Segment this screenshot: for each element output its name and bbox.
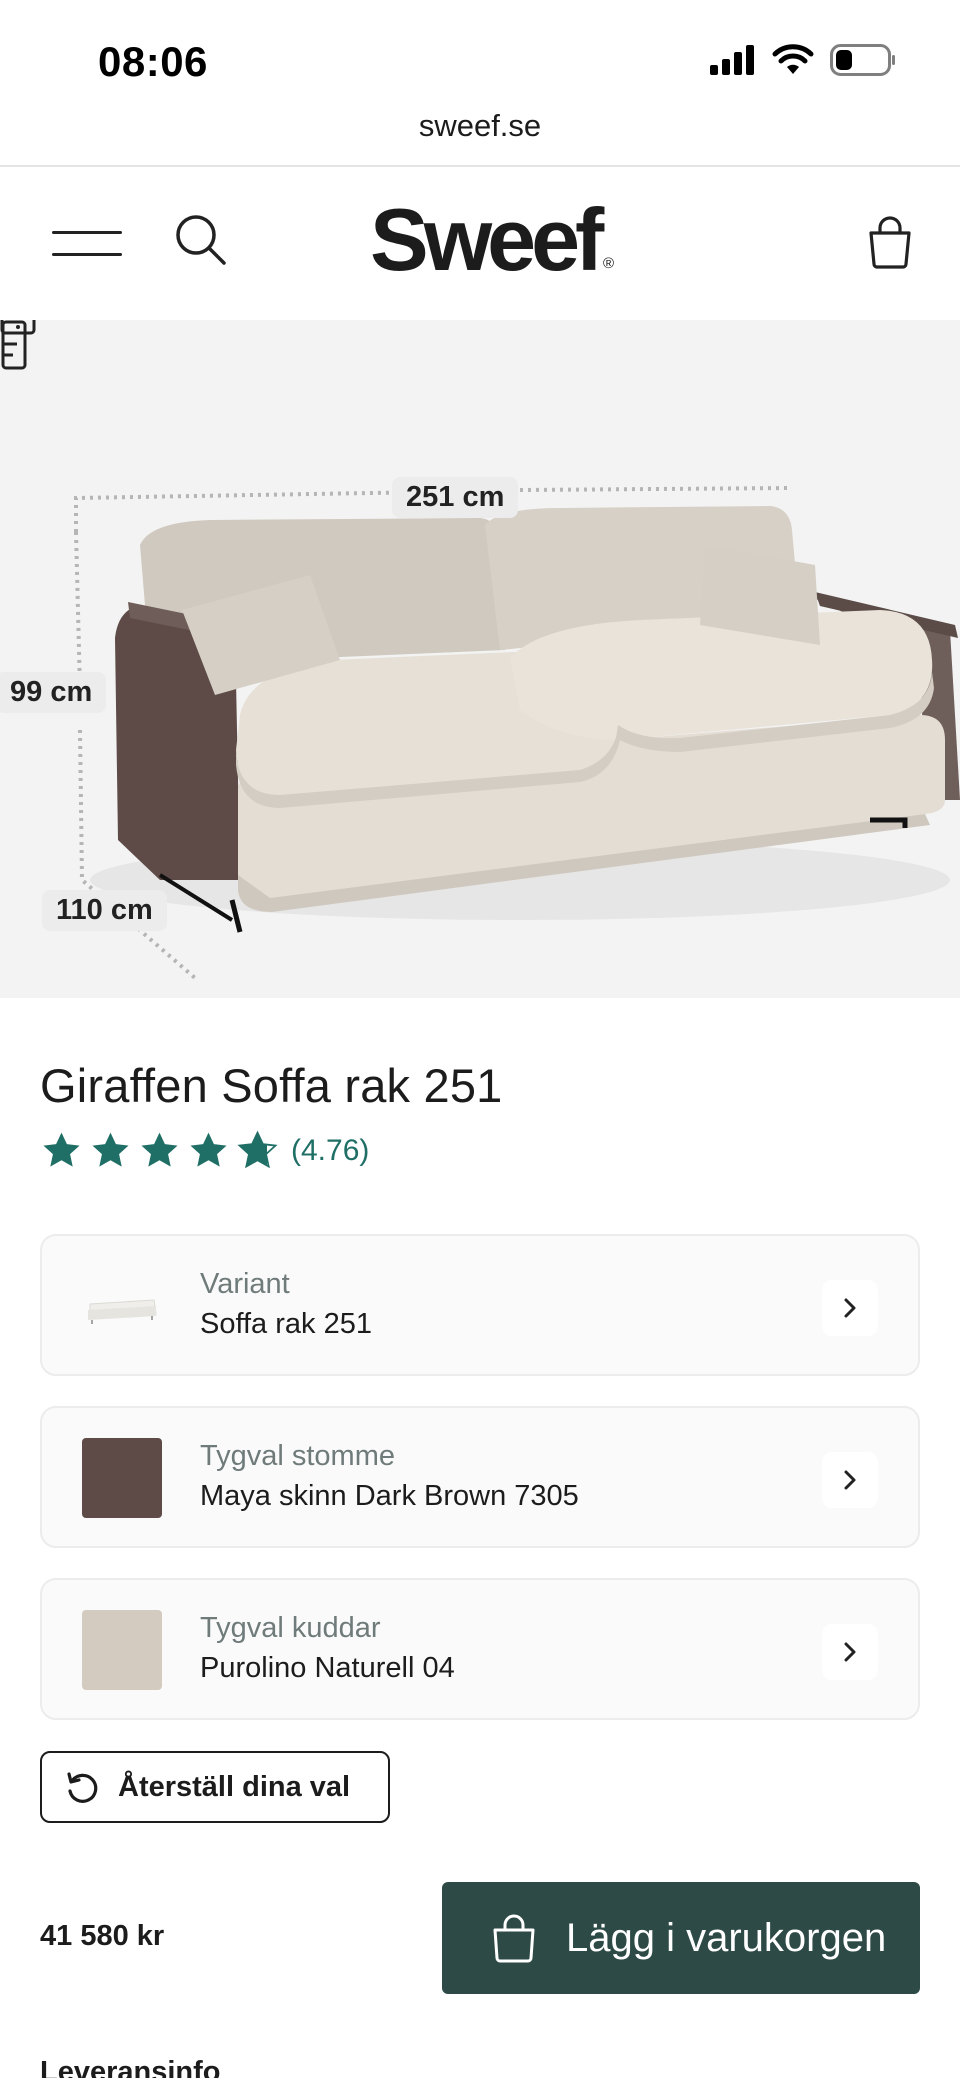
star-icon [92, 1132, 129, 1167]
reset-icon [67, 1772, 98, 1803]
dimension-height: 99 cm [0, 672, 107, 713]
delivery-info-heading[interactable]: Leveransinfo [40, 2056, 221, 2078]
dimension-depth: 110 cm [42, 890, 167, 931]
signal-icon [710, 45, 754, 75]
chevron-right-icon[interactable] [822, 1280, 878, 1336]
status-time: 08:06 [98, 38, 208, 85]
shopping-bag-icon [493, 1914, 535, 1963]
chevron-right-icon[interactable] [822, 1452, 878, 1508]
star-icon [141, 1132, 178, 1167]
option-value: Soffa rak 251 [200, 1308, 372, 1340]
reset-choices-label: Återställ dina val [118, 1770, 351, 1803]
hamburger-menu-icon[interactable] [52, 223, 124, 263]
product-image[interactable]: 251 cm 99 cm 110 cm [0, 320, 960, 998]
star-icon [190, 1132, 227, 1167]
option-variant[interactable]: Variant Soffa rak 251 [40, 1234, 920, 1376]
reset-choices-button[interactable]: Återställ dina val [40, 1751, 390, 1823]
product-title: Giraffen Soffa rak 251 [40, 1059, 503, 1112]
add-to-cart-label: Lägg i varukorgen [566, 1915, 887, 1960]
add-to-cart-button[interactable]: Lägg i varukorgen [442, 1882, 920, 1994]
option-value: Purolino Naturell 04 [200, 1652, 455, 1684]
star-icon [237, 1130, 278, 1169]
option-frame-fabric[interactable]: Tygval stomme Maya skinn Dark Brown 7305 [40, 1406, 920, 1548]
variant-thumbnail [82, 1266, 162, 1346]
battery-icon [830, 44, 895, 76]
status-bar: 08:06 [0, 0, 960, 112]
status-icons [710, 44, 896, 76]
product-price: 41 580 kr [40, 1920, 165, 1952]
wifi-icon [772, 44, 814, 74]
shopping-bag-icon[interactable] [866, 215, 914, 269]
sweef-logo[interactable]: Sweef [370, 189, 604, 291]
chevron-right-icon[interactable] [822, 1624, 878, 1680]
address-bar[interactable]: sweef.se [0, 108, 960, 166]
rating-value: (4.76) [291, 1134, 370, 1167]
site-header: Sweef ® [0, 167, 960, 319]
product-rating[interactable]: (4.76) [40, 1130, 369, 1172]
dimension-width: 251 cm [392, 477, 519, 518]
ruler-icon[interactable] [0, 320, 30, 370]
search-icon[interactable] [172, 211, 232, 271]
option-label: Tygval stomme [200, 1440, 395, 1472]
star-icon [43, 1132, 80, 1167]
option-value: Maya skinn Dark Brown 7305 [200, 1480, 579, 1512]
option-cushion-fabric[interactable]: Tygval kuddar Purolino Naturell 04 [40, 1578, 920, 1720]
option-label: Variant [200, 1268, 290, 1300]
option-label: Tygval kuddar [200, 1612, 381, 1644]
frame-fabric-swatch [82, 1438, 162, 1518]
logo-registered-mark: ® [603, 255, 615, 272]
cushion-fabric-swatch [82, 1610, 162, 1690]
